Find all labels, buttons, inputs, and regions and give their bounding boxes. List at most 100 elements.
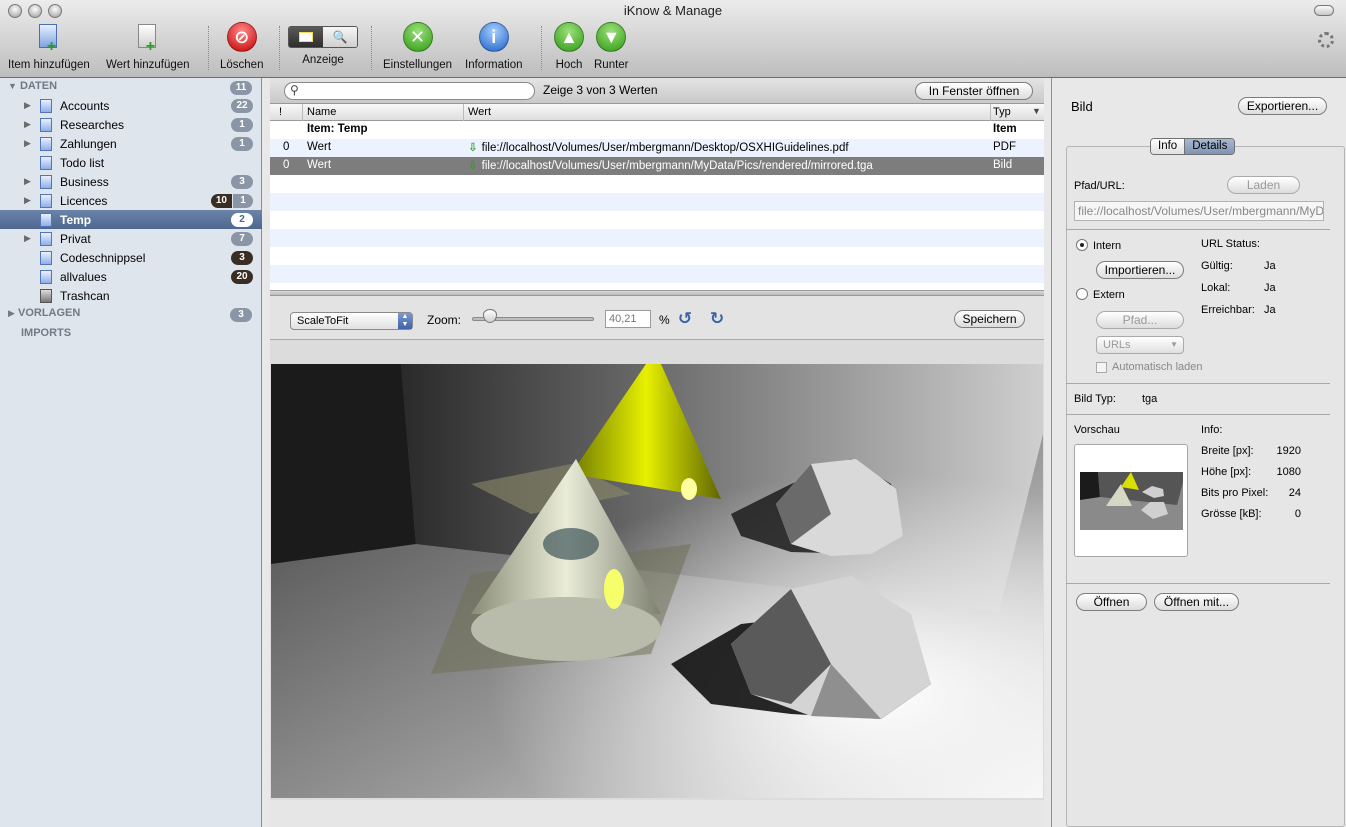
path-label: Pfad/URL: bbox=[1074, 180, 1125, 192]
count-badge: 1 bbox=[231, 117, 253, 132]
sidebar-item-business[interactable]: ▶ Business 3 bbox=[0, 172, 262, 191]
sidebar-item-privat[interactable]: ▶ Privat 7 bbox=[0, 229, 262, 248]
preview-thumbnail[interactable] bbox=[1074, 444, 1188, 557]
add-item-button[interactable]: + Item hinzufügen bbox=[8, 22, 90, 71]
search-input[interactable]: ⚲ bbox=[284, 82, 535, 100]
add-value-button[interactable]: + Wert hinzufügen bbox=[106, 22, 190, 71]
table-row[interactable]: 0 Wert ⇩ file://localhost/Volumes/User/mb… bbox=[270, 139, 1044, 157]
load-button[interactable]: Laden bbox=[1227, 176, 1300, 194]
group-label: VORLAGEN bbox=[17, 307, 81, 319]
urls-select-value: URLs bbox=[1103, 339, 1131, 351]
rotate-left-icon[interactable]: ↺ bbox=[676, 310, 694, 328]
disclosure-triangle-icon[interactable]: ▶ bbox=[24, 138, 31, 149]
search-icon: ⚲ bbox=[290, 83, 299, 97]
sidebar-item-licences[interactable]: ▶ Licences 10 1 bbox=[0, 191, 262, 210]
detail-panel: Bild Exportieren... Info Details Pfad/UR… bbox=[1051, 78, 1346, 827]
bits-per-pixel-value: 24 bbox=[1288, 487, 1301, 499]
search-view-icon[interactable]: 🔍 bbox=[323, 27, 357, 47]
zoom-value-field[interactable]: 40,21 bbox=[605, 310, 651, 328]
sidebar-item-label: Accounts bbox=[60, 98, 110, 113]
list-view-icon[interactable] bbox=[289, 27, 323, 47]
horizontal-scroll-area[interactable] bbox=[270, 800, 1044, 827]
sidebar-item-accounts[interactable]: ▶ Accounts 22 bbox=[0, 96, 262, 115]
add-item-icon: + bbox=[33, 22, 65, 55]
info-label: Info: bbox=[1201, 424, 1223, 436]
sidebar-item-researches[interactable]: ▶ Researches 1 bbox=[0, 115, 262, 134]
size-label: Grösse [kB]: bbox=[1201, 508, 1262, 520]
toolbar-separator bbox=[541, 26, 542, 70]
column-header-name[interactable]: Name bbox=[307, 106, 336, 118]
import-button[interactable]: Importieren... bbox=[1096, 261, 1184, 279]
settings-button[interactable]: ✕ Einstellungen bbox=[383, 22, 452, 71]
arrow-down-icon: ▼ bbox=[595, 22, 627, 54]
column-header-flag[interactable]: ! bbox=[279, 106, 282, 118]
count-badge: 1 bbox=[233, 193, 253, 208]
table-row-selected[interactable]: 0 Wert ⇩ file://localhost/Volumes/User/mb… bbox=[270, 157, 1044, 175]
extern-radio[interactable] bbox=[1076, 288, 1088, 300]
folder-icon bbox=[40, 174, 52, 189]
sidebar-item-codeschnippsel[interactable]: Codeschnippsel 3 bbox=[0, 248, 262, 267]
folder-icon bbox=[40, 250, 52, 265]
open-with-button[interactable]: Öffnen mit... bbox=[1154, 593, 1239, 611]
sidebar-item-temp[interactable]: Temp 2 bbox=[0, 210, 262, 229]
cell-type: Bild bbox=[993, 159, 1013, 171]
reachable-value: Ja bbox=[1264, 304, 1276, 316]
count-badge: 1 bbox=[231, 136, 253, 151]
intern-radio[interactable] bbox=[1076, 239, 1088, 251]
image-type-value: tga bbox=[1142, 393, 1158, 405]
disclosure-triangle-icon[interactable]: ▶ bbox=[24, 195, 31, 206]
save-button[interactable]: Speichern bbox=[954, 310, 1025, 328]
empty-row bbox=[270, 229, 1044, 247]
local-value: Ja bbox=[1264, 282, 1276, 294]
disclosure-triangle-icon[interactable]: ▶ bbox=[24, 176, 31, 187]
sidebar-item-trashcan[interactable]: Trashcan bbox=[0, 286, 262, 305]
column-header-value[interactable]: Wert bbox=[468, 106, 491, 118]
cell-flag: 0 bbox=[283, 159, 290, 171]
view-label: Anzeige bbox=[302, 54, 344, 66]
disclosure-triangle-icon[interactable]: ▶ bbox=[24, 119, 31, 130]
delete-label: Löschen bbox=[220, 59, 264, 71]
information-button[interactable]: i Information bbox=[465, 22, 523, 71]
open-in-window-button[interactable]: In Fenster öffnen bbox=[915, 82, 1033, 100]
folder-icon bbox=[40, 212, 52, 227]
open-button[interactable]: Öffnen bbox=[1076, 593, 1147, 611]
disclosure-triangle-icon[interactable]: ▶ bbox=[24, 100, 31, 111]
window-toolbar: iKnow & Manage + Item hinzufügen + Wert … bbox=[0, 0, 1346, 78]
count-badge: 7 bbox=[231, 231, 253, 246]
height-label: Höhe [px]: bbox=[1201, 466, 1252, 478]
sidebar-item-todo-list[interactable]: Todo list bbox=[0, 153, 262, 172]
tab-info[interactable]: Info bbox=[1151, 139, 1185, 154]
add-item-label: Item hinzufügen bbox=[8, 59, 90, 71]
rotate-right-icon[interactable]: ↻ bbox=[708, 310, 726, 328]
auto-load-checkbox[interactable] bbox=[1096, 362, 1107, 373]
scale-mode-select[interactable]: ScaleToFit ▲ ▼ bbox=[290, 312, 413, 330]
info-icon: i bbox=[478, 22, 510, 54]
url-field[interactable]: file://localhost/Volumes/User/mbergmann/… bbox=[1074, 201, 1324, 221]
progress-spinner-icon bbox=[1318, 32, 1334, 48]
column-header-type[interactable]: Typ bbox=[993, 106, 1011, 118]
export-button[interactable]: Exportieren... bbox=[1238, 97, 1327, 115]
move-up-button[interactable]: ▲ Hoch bbox=[553, 22, 585, 71]
result-count: Zeige 3 von 3 Werten bbox=[543, 83, 658, 97]
move-down-button[interactable]: ▼ Runter bbox=[594, 22, 629, 71]
urls-select[interactable]: URLs ▼ bbox=[1096, 336, 1184, 354]
sidebar-group-imports[interactable]: IMPORTS bbox=[21, 327, 71, 339]
information-label: Information bbox=[465, 59, 523, 71]
delete-button[interactable]: ⊘ Löschen bbox=[220, 22, 263, 71]
view-segmented-control[interactable]: 🔍 Anzeige bbox=[288, 22, 358, 66]
sidebar-item-allvalues[interactable]: allvalues 20 bbox=[0, 267, 262, 286]
cell-value: file://localhost/Volumes/User/mbergmann/… bbox=[481, 142, 849, 154]
table-row[interactable]: Item: Temp Item bbox=[270, 121, 1044, 139]
wrench-icon: ✕ bbox=[402, 22, 434, 54]
tab-details[interactable]: Details bbox=[1184, 139, 1235, 154]
sidebar-group-vorlagen[interactable]: ▶ VORLAGEN bbox=[8, 307, 80, 319]
sidebar-group-daten[interactable]: ▼ DATEN bbox=[8, 80, 57, 92]
add-value-icon: + bbox=[132, 22, 164, 55]
extern-label: Extern bbox=[1093, 289, 1125, 301]
sidebar-item-zahlungen[interactable]: ▶ Zahlungen 1 bbox=[0, 134, 262, 153]
toolbar-toggle-button[interactable] bbox=[1314, 5, 1334, 16]
path-button[interactable]: Pfad... bbox=[1096, 311, 1184, 329]
image-view[interactable] bbox=[270, 340, 1044, 827]
disclosure-triangle-icon[interactable]: ▶ bbox=[24, 233, 31, 244]
image-viewer-toolbar: ScaleToFit ▲ ▼ Zoom: 40,21 % ↺ ↻ Speicher… bbox=[270, 296, 1044, 340]
